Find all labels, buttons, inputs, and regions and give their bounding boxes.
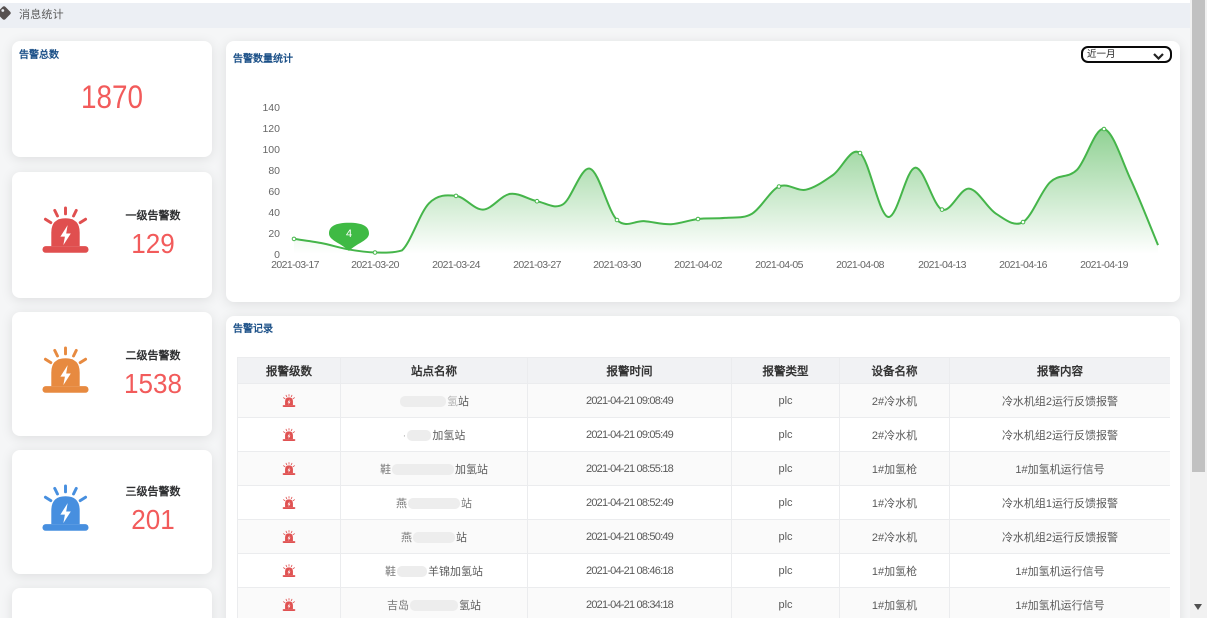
svg-text:100: 100 (262, 144, 280, 156)
svg-text:20: 20 (268, 228, 280, 240)
svg-text:60: 60 (268, 186, 280, 198)
svg-text:2021-04-19: 2021-04-19 (1080, 259, 1128, 271)
svg-text:40: 40 (268, 207, 280, 219)
svg-text:2021-03-17: 2021-03-17 (271, 259, 319, 271)
svg-text:4: 4 (346, 228, 352, 240)
svg-text:2021-04-16: 2021-04-16 (999, 259, 1047, 271)
svg-text:2021-04-08: 2021-04-08 (836, 259, 884, 271)
svg-text:2021-03-20: 2021-03-20 (351, 259, 399, 271)
svg-text:80: 80 (268, 165, 280, 177)
svg-text:2021-03-27: 2021-03-27 (513, 259, 561, 271)
svg-text:2021-04-02: 2021-04-02 (674, 259, 722, 271)
svg-text:2021-04-05: 2021-04-05 (755, 259, 803, 271)
svg-text:2021-04-13: 2021-04-13 (918, 259, 966, 271)
svg-text:2021-03-24: 2021-03-24 (432, 259, 480, 271)
svg-text:2021-03-30: 2021-03-30 (593, 259, 641, 271)
svg-text:140: 140 (262, 102, 280, 114)
svg-text:120: 120 (262, 123, 280, 135)
